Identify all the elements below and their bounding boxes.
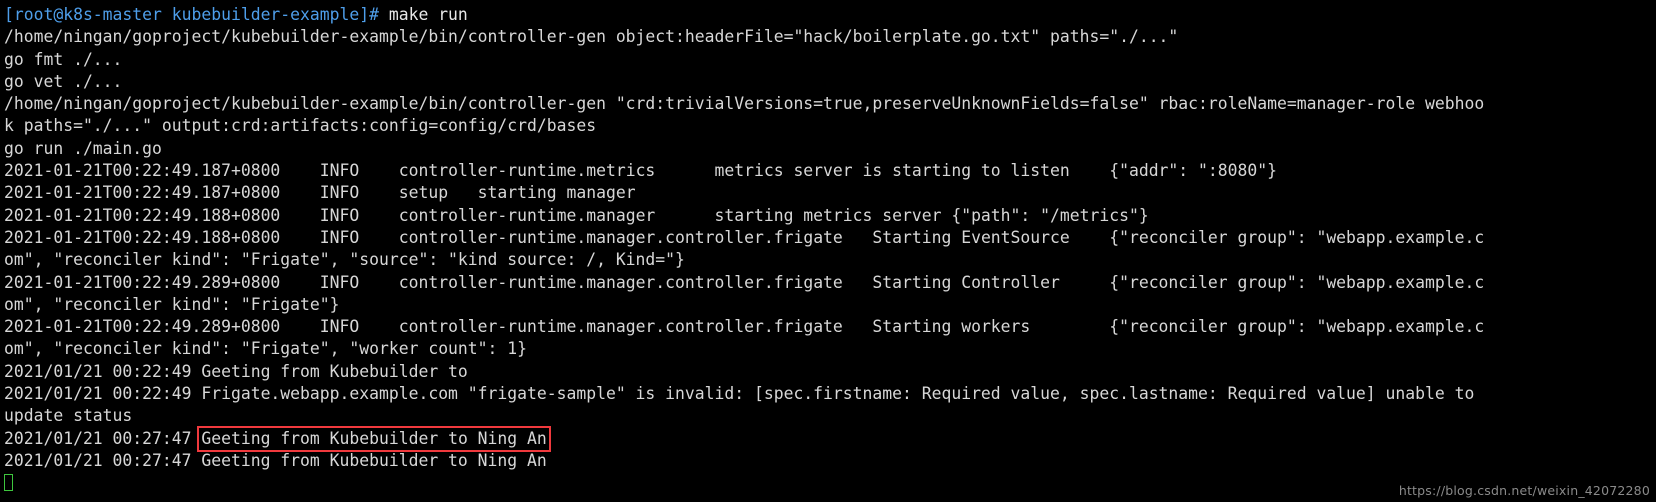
highlight-box-wrapper: Geeting from Kubebuilder to Ning An <box>197 425 551 452</box>
terminal-output-line: go run ./main.go <box>4 138 162 158</box>
terminal-output-line: go vet ./... <box>4 71 123 91</box>
highlight-line-prefix: 2021/01/21 00:27:47 <box>4 428 202 448</box>
terminal-window[interactable]: [root@k8s-master kubebuilder-example]# m… <box>0 0 1656 502</box>
terminal-output-line: /home/ningan/goproject/kubebuilder-examp… <box>4 27 1179 47</box>
terminal-log-line: 2021/01/21 00:22:49 Geeting from Kubebui… <box>4 361 468 381</box>
terminal-log-line: 2021-01-21T00:22:49.289+0800 INFO contro… <box>4 317 1485 337</box>
terminal-log-line: 2021-01-21T00:22:49.187+0800 INFO setup … <box>4 183 636 203</box>
terminal-output-line: go fmt ./... <box>4 49 123 69</box>
terminal-highlighted-line: 2021/01/21 00:27:47 Geeting from Kubebui… <box>4 425 1656 452</box>
terminal-log-line: 2021-01-21T00:22:49.289+0800 INFO contro… <box>4 272 1485 292</box>
terminal-log-line: 2021-01-21T00:22:49.187+0800 INFO contro… <box>4 161 1277 181</box>
terminal-log-line: 2021-01-21T00:22:49.188+0800 INFO contro… <box>4 227 1485 247</box>
terminal-last-line: 2021/01/21 00:27:47 Geeting from Kubebui… <box>4 450 547 470</box>
shell-prompt: [root@k8s-master kubebuilder-example]# <box>4 5 379 24</box>
terminal-cursor[interactable] <box>4 474 13 492</box>
terminal-prompt-line: [root@k8s-master kubebuilder-example]# m… <box>4 4 1656 26</box>
terminal-log-line: om", "reconciler kind": "Frigate", "sour… <box>4 250 685 270</box>
terminal-log-line: om", "reconciler kind": "Frigate"} <box>4 294 340 314</box>
terminal-log-line: om", "reconciler kind": "Frigate", "work… <box>4 339 528 359</box>
terminal-output-line: k paths="./..." output:crd:artifacts:con… <box>4 116 597 136</box>
terminal-log-line: 2021-01-21T00:22:49.188+0800 INFO contro… <box>4 205 1149 225</box>
watermark-text: https://blog.csdn.net/weixin_42072280 <box>1398 483 1650 498</box>
highlight-box-text: Geeting from Kubebuilder to Ning An <box>201 428 547 448</box>
terminal-output-line: /home/ningan/goproject/kubebuilder-examp… <box>4 94 1485 114</box>
terminal-log-line: update status <box>4 406 133 426</box>
terminal-log-line: 2021/01/21 00:22:49 Frigate.webapp.examp… <box>4 384 1475 404</box>
shell-command: make run <box>378 5 468 24</box>
